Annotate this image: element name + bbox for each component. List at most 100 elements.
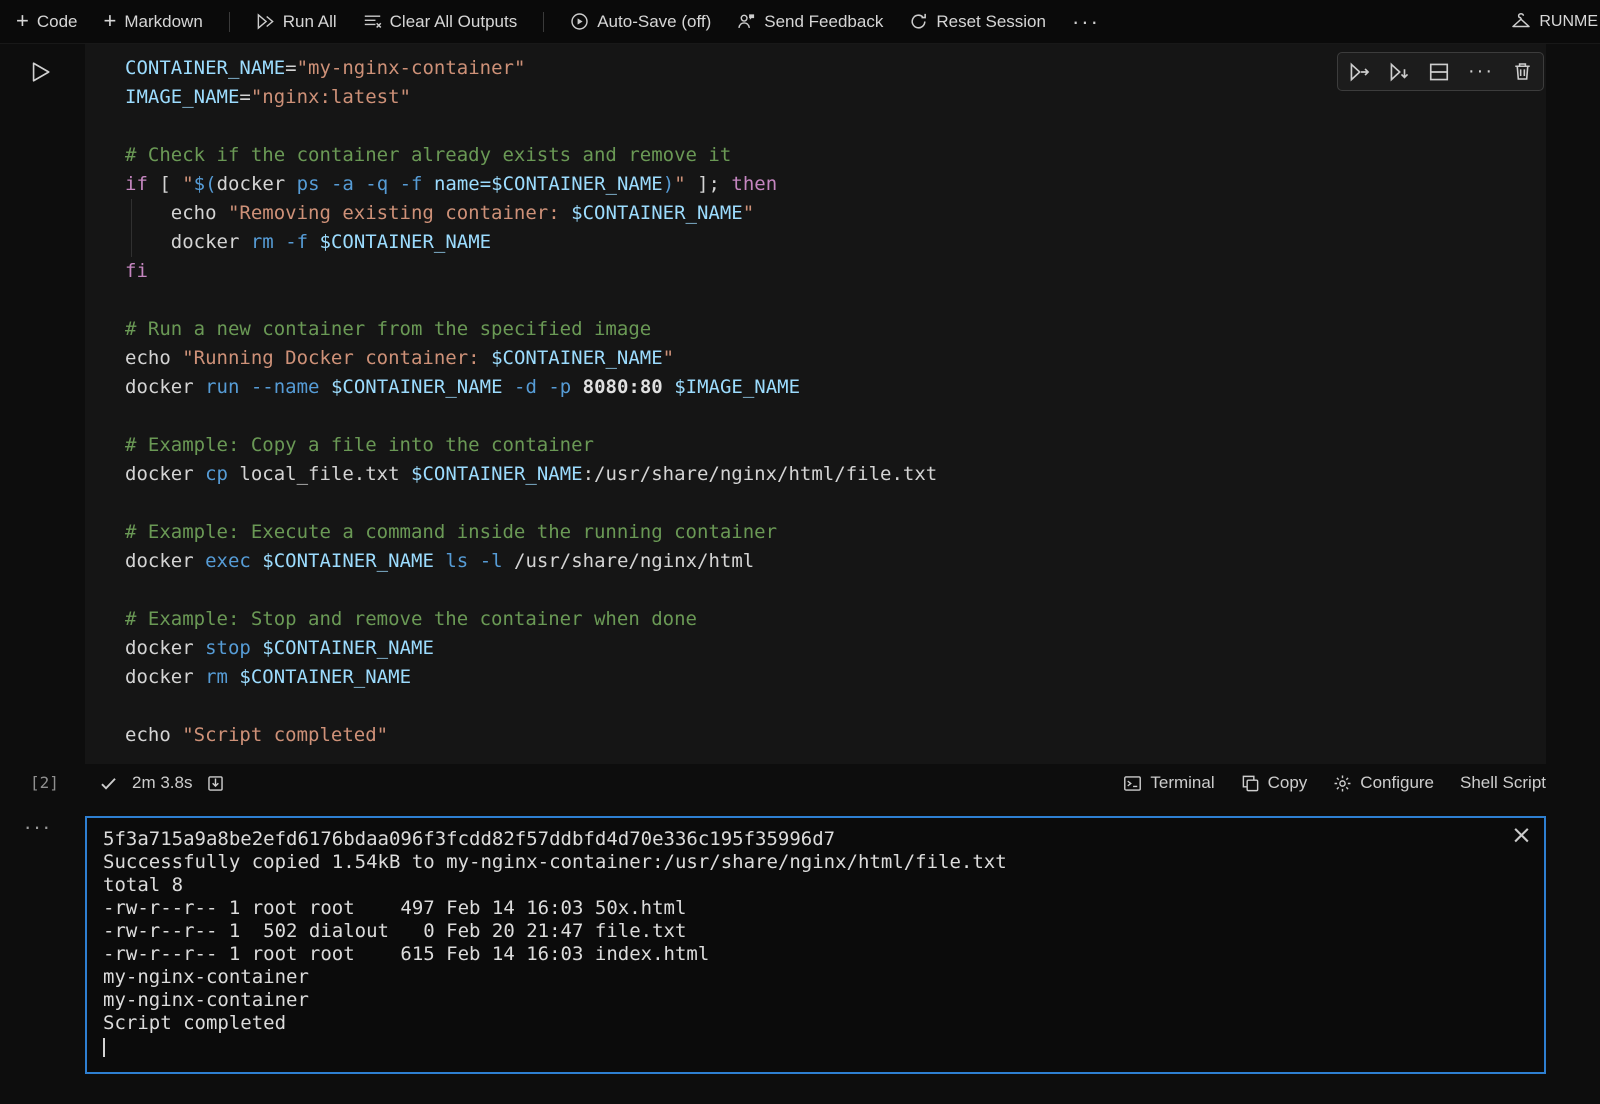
output-line: 5f3a715a9a8be2efd6176bdaa096f3fcdd82f57d… [103,828,1500,851]
run-cell-button[interactable] [26,58,54,86]
output-line: total 8 [103,874,1500,897]
code-line[interactable]: CONTAINER_NAME="my-nginx-container" [125,54,1546,83]
code-cell: [2] [0,44,1600,1074]
code-line[interactable]: if [ "$(docker ps -a -q -f name=$CONTAIN… [125,170,1546,199]
run-all-icon [256,12,275,31]
terminal-button[interactable]: Terminal [1123,773,1214,793]
code-line[interactable]: docker cp local_file.txt $CONTAINER_NAME… [125,460,1546,489]
code-line[interactable] [125,112,1546,141]
indent-guide [131,199,132,228]
clear-all-icon [363,12,382,31]
output-panel[interactable]: × 5f3a715a9a8be2efd6176bdaa096f3fcdd82f5… [85,816,1546,1074]
clear-all-outputs-button[interactable]: Clear All Outputs [363,12,518,32]
code-line[interactable]: echo "Running Docker container: $CONTAIN… [125,344,1546,373]
run-all-label: Run All [283,12,337,32]
runme-logo-icon [1511,12,1531,32]
code-line[interactable]: IMAGE_NAME="nginx:latest" [125,83,1546,112]
success-check-icon [99,774,118,793]
notebook-toolbar: + Code + Markdown Run All Clear All Outp… [0,0,1600,44]
code-line[interactable] [125,402,1546,431]
code-line[interactable]: echo "Removing existing container: $CONT… [125,199,1546,228]
runme-brand-label: RUNME [1539,13,1598,31]
runme-brand[interactable]: RUNME [1511,12,1600,32]
auto-save-toggle[interactable]: Auto-Save (off) [570,12,711,32]
save-output-icon [206,774,225,793]
toolbar-divider [229,12,230,32]
more-actions-button[interactable]: ··· [1072,9,1100,35]
code-line[interactable] [125,692,1546,721]
add-markdown-button[interactable]: + Markdown [104,12,203,32]
code-line[interactable]: fi [125,257,1546,286]
send-feedback-button[interactable]: Send Feedback [737,12,883,32]
output-line: Successfully copied 1.54kB to my-nginx-c… [103,851,1500,874]
close-output-button[interactable]: × [1511,822,1532,847]
code-line[interactable]: # Example: Stop and remove the container… [125,605,1546,634]
output-line: -rw-r--r-- 1 502 dialout 0 Feb 20 21:47 … [103,920,1500,943]
terminal-label: Terminal [1150,773,1214,793]
plus-icon: + [104,10,117,32]
code-editor[interactable]: CONTAINER_NAME="my-nginx-container"IMAGE… [85,44,1546,764]
code-line[interactable]: docker rm -f $CONTAINER_NAME [125,228,1546,257]
run-cell-and-advance-button[interactable] [1348,61,1370,83]
output-line: -rw-r--r-- 1 root root 615 Feb 14 16:03 … [103,943,1500,966]
code-line[interactable]: # Run a new container from the specified… [125,315,1546,344]
copy-button[interactable]: Copy [1241,773,1308,793]
code-line[interactable] [125,286,1546,315]
indent-guide [131,228,132,257]
output-text: 5f3a715a9a8be2efd6176bdaa096f3fcdd82f57d… [103,828,1500,1058]
run-and-advance-icon [1348,61,1370,83]
output-line: -rw-r--r-- 1 root root 497 Feb 14 16:03 … [103,897,1500,920]
reset-icon [909,12,928,31]
run-in-background-button[interactable] [1388,61,1410,83]
code-line[interactable]: # Example: Copy a file into the containe… [125,431,1546,460]
output-more-actions-button[interactable]: ··· [24,816,85,838]
language-label[interactable]: Shell Script [1460,773,1546,793]
auto-save-label: Auto-Save (off) [597,12,711,32]
add-code-button[interactable]: + Code [16,12,78,32]
copy-label: Copy [1268,773,1308,793]
code-line[interactable]: docker stop $CONTAINER_NAME [125,634,1546,663]
session-output-button[interactable] [206,774,225,793]
code-line[interactable] [125,576,1546,605]
clear-all-outputs-label: Clear All Outputs [390,12,518,32]
add-markdown-label: Markdown [124,12,202,32]
execution-count: [2] [30,773,59,792]
trash-icon [1512,61,1533,82]
feedback-icon [737,12,756,31]
cell-toolbar: ··· [1337,52,1544,91]
code-line[interactable]: echo "Script completed" [125,721,1546,750]
run-all-button[interactable]: Run All [256,12,337,32]
output-line: Script completed [103,1012,1500,1035]
send-feedback-label: Send Feedback [764,12,883,32]
split-cell-icon [1428,61,1450,83]
code-line[interactable]: # Check if the container already exists … [125,141,1546,170]
output-cursor [103,1038,105,1057]
output-line: my-nginx-container [103,989,1500,1012]
reset-session-label: Reset Session [936,12,1046,32]
reset-session-button[interactable]: Reset Session [909,12,1046,32]
ellipsis-icon: ··· [1468,60,1494,83]
cell-gutter: [2] [0,44,85,802]
split-cell-button[interactable] [1428,61,1450,83]
code-line[interactable] [125,489,1546,518]
toolbar-divider [543,12,544,32]
cell-status-bar: 2m 3.8s Terminal [85,764,1546,802]
plus-icon: + [16,10,29,32]
gear-icon [1333,774,1352,793]
delete-cell-button[interactable] [1512,61,1533,82]
play-icon [26,58,54,86]
cell-editor-area: ··· CONTAINER_NAME="my-nginx-container"I… [85,44,1546,802]
output-row: ··· × 5f3a715a9a8be2efd6176bdaa096f3fcdd… [0,816,1600,1074]
cell-more-actions-button[interactable]: ··· [1468,60,1494,83]
configure-button[interactable]: Configure [1333,773,1434,793]
code-line[interactable]: docker run --name $CONTAINER_NAME -d -p … [125,373,1546,402]
execution-duration: 2m 3.8s [132,773,192,793]
copy-icon [1241,774,1260,793]
run-below-icon [1388,61,1410,83]
code-line[interactable]: docker exec $CONTAINER_NAME ls -l /usr/s… [125,547,1546,576]
code-line[interactable]: # Example: Execute a command inside the … [125,518,1546,547]
code-line[interactable]: docker rm $CONTAINER_NAME [125,663,1546,692]
terminal-icon [1123,774,1142,793]
output-line: my-nginx-container [103,966,1500,989]
auto-save-icon [570,12,589,31]
